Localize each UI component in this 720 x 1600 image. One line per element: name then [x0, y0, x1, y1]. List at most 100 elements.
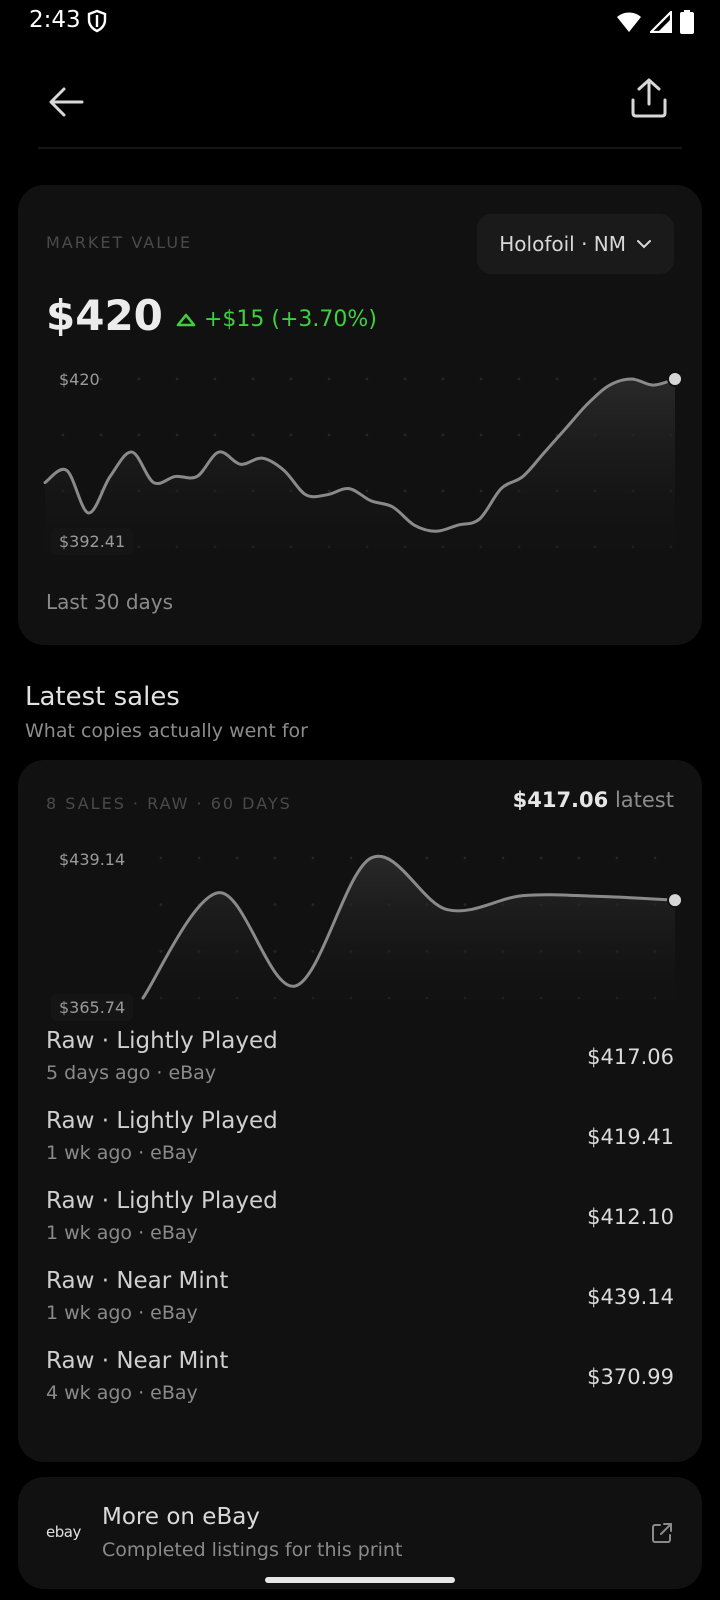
- sale-row[interactable]: Raw · Lightly Played 1 wk ago · eBay $419.…: [46, 1108, 674, 1180]
- grid-dot: [99, 433, 103, 437]
- ebay-logo: ebay: [46, 1523, 81, 1541]
- price-change-value: +$15 (+3.70%): [204, 307, 377, 332]
- grid-dot: [349, 856, 353, 860]
- latest-sales-subtitle: What copies actually went for: [25, 720, 308, 742]
- market-value-chart: [43, 371, 683, 555]
- sales-latest: $417.06 latest: [513, 788, 674, 812]
- grid-dot: [593, 377, 597, 381]
- grid-dot: [137, 377, 141, 381]
- sale-row[interactable]: Raw · Lightly Played 5 days ago · eBay $41…: [46, 1028, 674, 1100]
- status-time: 2:43: [29, 7, 81, 33]
- grid-dot: [653, 856, 657, 860]
- sale-price: $439.14: [587, 1285, 674, 1309]
- grid-dot: [479, 489, 483, 493]
- grid-dot: [175, 433, 179, 437]
- grid-dot: [251, 377, 255, 381]
- sale-subtitle: 5 days ago · eBay: [46, 1062, 217, 1084]
- grid-dot: [289, 377, 293, 381]
- grid-dot: [365, 489, 369, 493]
- grid-dot: [615, 856, 619, 860]
- top-bar: [0, 70, 720, 142]
- grid-dot: [479, 433, 483, 437]
- latest-sales-title: Latest sales: [25, 682, 180, 712]
- grid-dot: [441, 377, 445, 381]
- grid-dot: [289, 433, 293, 437]
- grid-dot: [327, 377, 331, 381]
- sale-subtitle: 4 wk ago · eBay: [46, 1382, 198, 1404]
- shield-icon: [87, 9, 107, 33]
- chart-period: Last 30 days: [46, 590, 174, 614]
- sale-row[interactable]: Raw · Near Mint 4 wk ago · eBay $370.99: [46, 1348, 674, 1420]
- grid-dot: [159, 949, 163, 953]
- sales-card: 8 SALES · RAW · 60 DAYS $417.06 latest $…: [18, 760, 702, 1462]
- chart-high-label: $420: [59, 370, 100, 389]
- share-icon[interactable]: [628, 76, 670, 120]
- grid-dot: [327, 433, 331, 437]
- sales-meta: 8 SALES · RAW · 60 DAYS: [46, 794, 292, 813]
- more-on-ebay-card[interactable]: ebay More on eBay Completed listings for…: [18, 1477, 702, 1589]
- sale-subtitle: 1 wk ago · eBay: [46, 1222, 198, 1244]
- grid-dot: [517, 433, 521, 437]
- sale-price: $370.99: [587, 1365, 674, 1389]
- sale-price: $412.10: [587, 1205, 674, 1229]
- battery-icon: [680, 10, 694, 34]
- chart-low-label: $392.41: [51, 528, 134, 555]
- grid-dot: [403, 377, 407, 381]
- grid-dot: [311, 903, 315, 907]
- triangle-up-icon: [176, 313, 196, 326]
- grid-dot: [137, 433, 141, 437]
- grid-dot: [441, 433, 445, 437]
- grid-dot: [441, 489, 445, 493]
- signal-icon: [650, 11, 672, 33]
- price-change: +$15 (+3.70%): [176, 307, 377, 332]
- chevron-down-icon: [637, 240, 651, 249]
- sale-title: Raw · Lightly Played: [46, 1188, 278, 1214]
- grid-dot: [327, 489, 331, 493]
- status-icons: [616, 10, 694, 34]
- sale-title: Raw · Lightly Played: [46, 1108, 278, 1134]
- sale-title: Raw · Lightly Played: [46, 1028, 278, 1054]
- sale-price: $417.06: [587, 1045, 674, 1069]
- back-arrow-icon[interactable]: [44, 78, 88, 122]
- grid-dot: [175, 377, 179, 381]
- grid-dot: [213, 377, 217, 381]
- grid-dot: [235, 856, 239, 860]
- grid-dot: [311, 949, 315, 953]
- grid-dot: [311, 856, 315, 860]
- sale-title: Raw · Near Mint: [46, 1268, 229, 1294]
- sale-subtitle: 1 wk ago · eBay: [46, 1142, 198, 1164]
- market-value-label: MARKET VALUE: [46, 233, 193, 252]
- sale-subtitle: 1 wk ago · eBay: [46, 1302, 198, 1324]
- market-price: $420: [46, 291, 163, 340]
- grid-dot: [501, 856, 505, 860]
- home-indicator: [265, 1577, 455, 1583]
- chart-area: [45, 379, 675, 555]
- wifi-icon: [617, 12, 641, 32]
- ebay-title: More on eBay: [102, 1504, 260, 1530]
- grid-dot: [365, 377, 369, 381]
- sale-row[interactable]: Raw · Lightly Played 1 wk ago · eBay $412.…: [46, 1188, 674, 1260]
- grid-dot: [403, 489, 407, 493]
- grid-dot: [577, 856, 581, 860]
- grid-dot: [517, 377, 521, 381]
- grid-dot: [539, 856, 543, 860]
- top-divider: [38, 147, 682, 149]
- ebay-subtitle: Completed listings for this print: [102, 1539, 403, 1561]
- variant-label: Holofoil · NM: [499, 232, 626, 256]
- grid-dot: [197, 856, 201, 860]
- grid-dot: [213, 433, 217, 437]
- sales-chart-high-label: $439.14: [59, 850, 126, 869]
- grid-dot: [463, 903, 467, 907]
- grid-dot: [403, 433, 407, 437]
- variant-selector[interactable]: Holofoil · NM: [477, 214, 674, 274]
- chart-end-dot: [669, 894, 681, 907]
- grid-dot: [159, 856, 163, 860]
- grid-dot: [273, 903, 277, 907]
- grid-dot: [273, 856, 277, 860]
- grid-dot: [273, 949, 277, 953]
- sale-title: Raw · Near Mint: [46, 1348, 229, 1374]
- sale-row[interactable]: Raw · Near Mint 1 wk ago · eBay $439.14: [46, 1268, 674, 1340]
- chart-area: [143, 856, 675, 1010]
- grid-dot: [61, 433, 65, 437]
- chart-end-dot: [669, 373, 681, 385]
